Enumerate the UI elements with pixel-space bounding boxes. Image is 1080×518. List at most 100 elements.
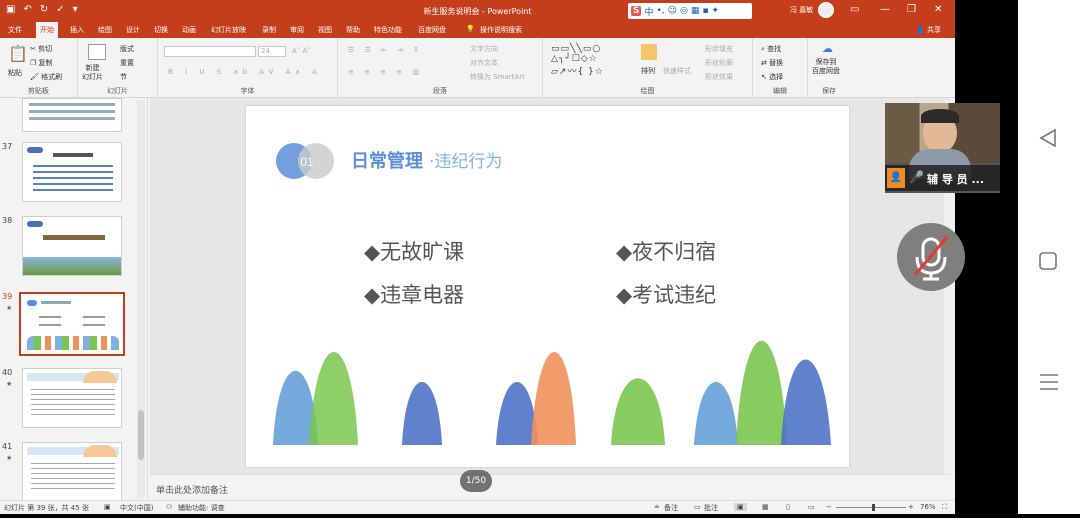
arrange-icon[interactable] [641, 44, 657, 60]
section-button[interactable]: 节 [120, 72, 127, 82]
tab-animations[interactable]: 动画 [182, 25, 196, 35]
zoom-slider[interactable] [836, 507, 906, 508]
spellcheck-icon[interactable]: ▣ [104, 503, 111, 511]
fit-slide-icon[interactable]: ⛶ [942, 503, 947, 512]
notes-placeholder: 单击此处添加备注 [156, 486, 229, 496]
current-slide[interactable]: 01 日常管理 ·违纪行为 ◆无故旷课 ◆夜不归宿 ◆违章电器 ◆考试违纪 [246, 106, 849, 467]
font-name-box[interactable] [164, 46, 256, 57]
shape-fill-button[interactable]: 形状填充 [705, 44, 733, 54]
thumb-item [83, 316, 105, 318]
tab-slideshow[interactable]: 幻灯片放映 [211, 25, 246, 35]
minimize-icon[interactable]: — [880, 4, 890, 15]
tab-home[interactable]: 开始 [36, 22, 58, 38]
thumbnail-slide-38[interactable] [22, 216, 122, 276]
tab-help[interactable]: 帮助 [346, 25, 360, 35]
notes-pane[interactable]: 单击此处添加备注 [150, 474, 950, 500]
tools-icon[interactable]: ✦ [712, 6, 720, 16]
shape-effects-button[interactable]: 形状效果 [705, 72, 733, 82]
comments-button[interactable]: 批注 [704, 503, 718, 513]
scissors-icon: ✂ [30, 45, 39, 53]
zoom-slider-thumb[interactable] [872, 504, 875, 511]
list-icons[interactable]: ☰ ☰ ⇤ ⇥ ↕ [348, 46, 423, 54]
recents-icon[interactable] [1040, 374, 1058, 390]
tab-insert[interactable]: 插入 [70, 25, 84, 35]
ime-toolbar[interactable]: S 中 •, ☺ ◎ ▦ ▪ ✦ [628, 3, 752, 19]
notes-button[interactable]: 备注 [664, 503, 678, 513]
zoom-level[interactable]: 76% [920, 503, 936, 511]
thumb-line [29, 110, 115, 113]
thumbnail-slide-41[interactable] [22, 442, 122, 502]
skin-icon[interactable]: ▪ [702, 6, 708, 16]
punctuation-icon[interactable]: •, [657, 6, 665, 16]
align-icons[interactable]: ≡ ≡ ≡ ≡ ▥ [348, 68, 423, 76]
ribbon-display-icon[interactable]: ▭ [850, 4, 859, 15]
thumbnail-slide-40[interactable] [22, 368, 122, 428]
home-icon[interactable] [1039, 252, 1057, 270]
font-format-icons[interactable]: B I U S ab AV Aa A [168, 68, 322, 76]
layout-button[interactable]: 版式 [120, 44, 134, 54]
share-button[interactable]: 👤 共享 [916, 25, 941, 35]
save-to-netdisk-button[interactable]: 保存到 百度网盘 [812, 58, 840, 76]
cloud-icon[interactable]: ☁ [822, 42, 833, 55]
select-label: 选择 [769, 73, 784, 81]
new-slide-icon[interactable] [88, 44, 106, 60]
shapes-gallery[interactable]: ▭▭╲╲▭○ △╮╯☐◇☆ ▱↗〰{ }☆ [551, 44, 604, 77]
keyboard-icon[interactable]: ▦ [691, 6, 700, 16]
copy-button[interactable]: ❐ 复制 [30, 58, 53, 68]
bullet-item: ◆考试违纪 [616, 283, 716, 307]
thumb-title [43, 235, 105, 240]
tell-me-search[interactable]: 操作说明搜索 [480, 25, 522, 35]
normal-view-icon[interactable]: ▣ [734, 503, 747, 511]
tab-baidu-netdisk[interactable]: 百度网盘 [418, 25, 446, 35]
cut-button[interactable]: ✂ 剪切 [30, 44, 52, 54]
slide-sorter-icon[interactable]: ▦ [762, 503, 769, 511]
new-slide-button[interactable]: 新建 幻灯片 [82, 64, 103, 82]
tab-file[interactable]: 文件 [8, 25, 22, 35]
thumbnail-partial[interactable] [22, 98, 122, 132]
font-size-box[interactable]: 24 [258, 46, 286, 57]
user-avatar[interactable] [818, 2, 834, 18]
thumbnails-scroll-thumb[interactable] [138, 410, 144, 460]
zoom-in-icon[interactable]: + [908, 503, 914, 511]
mute-button[interactable] [897, 223, 965, 291]
select-button[interactable]: ↖ 选择 [761, 72, 783, 82]
bullet-item: ◆无故旷课 [364, 240, 464, 264]
reading-view-icon[interactable]: ▯ [786, 503, 790, 511]
convert-smartart-button[interactable]: 转换为 SmartArt [470, 72, 525, 82]
tab-record[interactable]: 录制 [262, 25, 276, 35]
thumbnail-slide-39-selected[interactable] [19, 292, 125, 356]
emoji-icon[interactable]: ☺ [668, 6, 677, 16]
paste-icon[interactable]: 📋 [8, 44, 28, 63]
close-icon[interactable]: ✕ [934, 4, 942, 15]
person-hair [921, 109, 959, 123]
ime-logo: S [631, 6, 642, 16]
format-painter-button[interactable]: 🖌 格式刷 [30, 72, 62, 82]
accessibility-icon[interactable]: ⚇ [166, 503, 172, 511]
back-icon[interactable] [1039, 128, 1056, 148]
voice-icon[interactable]: ◎ [680, 6, 688, 16]
quick-styles-button[interactable]: 快速样式 [663, 66, 691, 76]
language-indicator[interactable]: 中文(中国) [120, 503, 153, 513]
arrange-button[interactable]: 排列 [641, 66, 655, 76]
slideshow-icon[interactable]: ▭ [808, 503, 815, 511]
reset-button[interactable]: 重置 [120, 58, 134, 68]
replace-button[interactable]: ⇄ 替换 [761, 58, 783, 68]
tab-design[interactable]: 设计 [126, 25, 140, 35]
text-direction-button[interactable]: 文字方向 [470, 44, 498, 54]
tab-special[interactable]: 特色功能 [374, 25, 402, 35]
shape-outline-button[interactable]: 形状轮廓 [705, 58, 733, 68]
accessibility-status[interactable]: 辅助功能: 调查 [178, 503, 225, 513]
restore-icon[interactable]: ❐ [907, 4, 916, 15]
share-label: 共享 [927, 26, 941, 34]
grow-font-icon[interactable]: A˄ A˅ [292, 47, 311, 55]
tab-view[interactable]: 视图 [318, 25, 332, 35]
zoom-out-icon[interactable]: − [826, 503, 832, 511]
paste-button[interactable]: 粘贴 [8, 68, 22, 78]
tab-transitions[interactable]: 切换 [154, 25, 168, 35]
tab-draw[interactable]: 绘图 [98, 25, 112, 35]
find-button[interactable]: ⌕ 查找 [761, 44, 781, 54]
tab-review[interactable]: 审阅 [290, 25, 304, 35]
align-text-button[interactable]: 对齐文本 [470, 58, 498, 68]
thumbnail-slide-37[interactable] [22, 142, 122, 202]
ime-mode[interactable]: 中 [644, 5, 653, 18]
